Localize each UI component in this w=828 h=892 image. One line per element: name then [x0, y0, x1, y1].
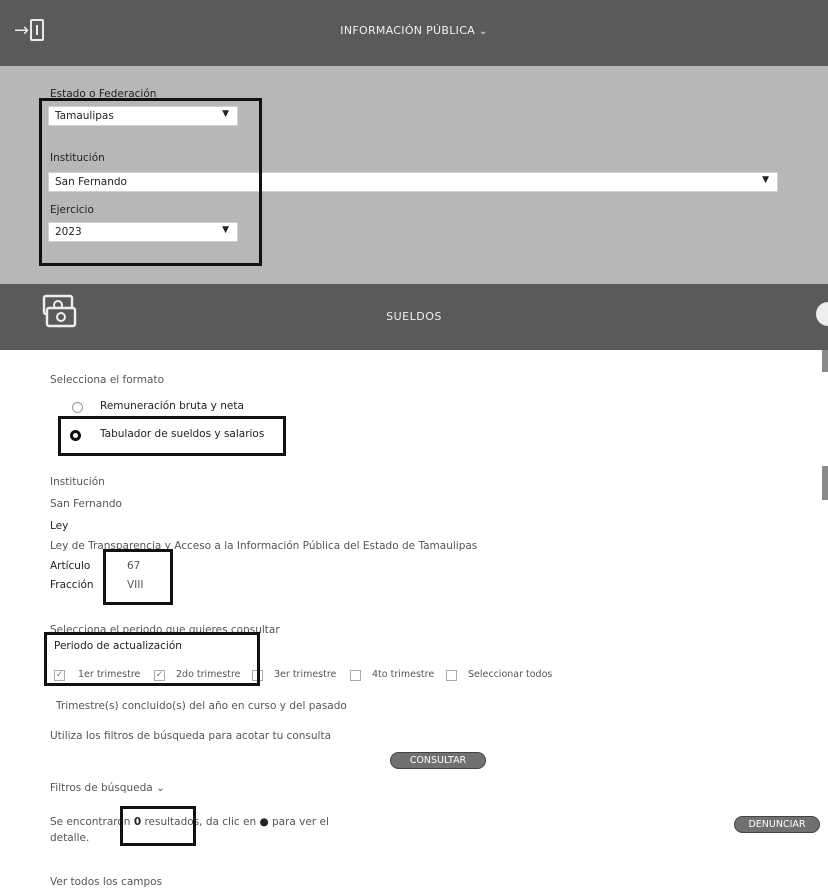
radio-label-remuneracion: Remuneración bruta y neta: [100, 400, 244, 412]
side-tab: [822, 466, 828, 500]
filter-panel: Estado o Federación Tamaulipas ▼ Instituc…: [0, 66, 828, 284]
checkbox-q4[interactable]: [350, 670, 361, 681]
dropdown-arrow-icon: ▼: [762, 175, 769, 185]
main-content: Selecciona el formato Remuneración bruta…: [0, 350, 828, 892]
consultar-button[interactable]: CONSULTAR: [390, 752, 486, 769]
info-circle-icon[interactable]: ●: [259, 816, 268, 828]
chevron-down-icon: ⌄: [156, 782, 165, 794]
checkbox-label-select-all: Seleccionar todos: [468, 669, 553, 680]
highlight-box: [44, 632, 260, 686]
checkbox-label-q3: 3er trimestre: [274, 669, 337, 680]
institucion-value: San Fernando: [50, 498, 122, 510]
chevron-down-icon: ⌄: [479, 26, 488, 37]
filter-hint: Utiliza los filtros de búsqueda para aco…: [50, 730, 332, 742]
ver-todos-link[interactable]: Ver todos los campos: [50, 876, 162, 888]
highlight-box: [39, 98, 262, 266]
institucion-label: Institución: [50, 476, 105, 488]
side-tab: [822, 350, 828, 372]
format-label: Selecciona el formato: [50, 374, 164, 386]
highlight-box: [103, 549, 173, 605]
top-bar: → INFORMACIÓN PÚBLICA ⌄: [0, 0, 828, 66]
ley-label: Ley: [50, 520, 69, 532]
results-detail: detalle.: [50, 832, 90, 844]
checkbox-select-all[interactable]: [446, 670, 457, 681]
checkbox-label-q4: 4to trimestre: [372, 669, 435, 680]
section-bar: SUELDOS: [0, 284, 828, 350]
page-title[interactable]: INFORMACIÓN PÚBLICA ⌄: [0, 24, 828, 37]
fraccion-label: Fracción: [50, 579, 94, 591]
quarters-note: Trimestre(s) concluido(s) del año en cur…: [56, 700, 347, 712]
filtros-toggle[interactable]: Filtros de búsqueda ⌄: [50, 782, 165, 794]
articulo-label: Artículo: [50, 560, 91, 572]
denunciar-button[interactable]: DENUNCIAR: [734, 816, 820, 833]
section-title: SUELDOS: [386, 310, 442, 323]
highlight-box: [120, 806, 196, 846]
highlight-box: [58, 416, 286, 456]
radio-remuneracion[interactable]: [72, 402, 83, 413]
